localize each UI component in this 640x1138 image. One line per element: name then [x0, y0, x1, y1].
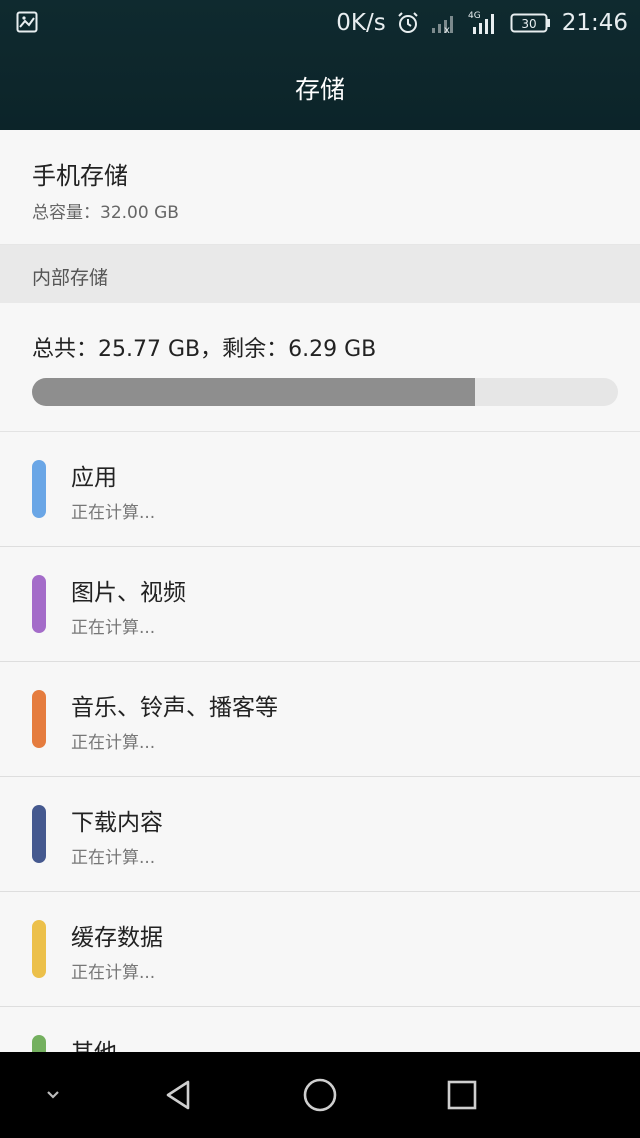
phone-storage-card: 手机存储 总容量：32.00 GB	[0, 130, 640, 245]
total-capacity: 总容量：32.00 GB	[32, 203, 179, 223]
category-item[interactable]: 图片、视频正在计算...	[0, 547, 640, 662]
storage-usage-fill	[32, 378, 476, 406]
category-label: 应用	[71, 465, 117, 491]
category-status: 正在计算...	[71, 618, 156, 638]
category-label: 缓存数据	[71, 925, 163, 951]
home-icon[interactable]	[297, 1072, 343, 1118]
battery-level: 30	[521, 17, 536, 31]
page-title: 存储	[294, 75, 345, 104]
app-header: 0K/s x 4G 30 21:46 存储	[0, 0, 640, 130]
category-item[interactable]: 缓存数据正在计算...	[0, 892, 640, 1007]
back-icon[interactable]	[155, 1072, 201, 1118]
alarm-icon	[397, 12, 418, 33]
category-status: 正在计算...	[71, 848, 156, 868]
category-label: 音乐、铃声、播客等	[71, 695, 278, 721]
category-list: 应用 正在计算... 图片、视频 正在计算... 音乐、铃声、播客等 正在计算... 下载内…	[0, 432, 640, 1052]
category-item[interactable]: 其他	[0, 1007, 640, 1052]
phone-storage-title: 手机存储	[32, 162, 128, 190]
net-speed: 0K/s	[336, 10, 386, 36]
category-color-indicator	[32, 690, 46, 748]
network-type-label: 4G	[468, 11, 481, 21]
category-item[interactable]: 下载内容正在计算...	[0, 777, 640, 892]
storage-summary-text: 总共：25.77 GB，剩余：6.29 GB	[32, 337, 377, 362]
category-label: 图片、视频	[71, 580, 186, 606]
image-icon	[16, 11, 38, 33]
category-item[interactable]: 音乐、铃声、播客等正在计算...	[0, 662, 640, 777]
category-color-indicator	[32, 805, 46, 863]
category-status: 正在计算...	[71, 503, 156, 523]
section-label: 内部存储	[32, 267, 109, 289]
signal-weak-icon: x	[431, 16, 453, 35]
status-time: 21:46	[561, 10, 628, 36]
category-item[interactable]: 应用正在计算...	[0, 432, 640, 547]
category-color-indicator	[32, 920, 46, 978]
storage-summary: 总共：25.77 GB，剩余：6.29 GB	[0, 303, 640, 432]
signal-4g-icon: 4G	[468, 11, 494, 34]
category-status: 正在计算...	[71, 733, 156, 753]
category-color-indicator	[32, 575, 46, 633]
category-label: 下载内容	[71, 810, 163, 836]
internal-storage-header: 内部存储	[0, 245, 640, 303]
svg-text:x: x	[444, 25, 450, 35]
category-label: 其他	[71, 1033, 117, 1052]
status-bar: 0K/s x 4G 30 21:46	[0, 0, 640, 46]
category-color-indicator	[32, 460, 46, 518]
storage-usage-bar	[32, 378, 618, 406]
chevron-down-icon[interactable]	[30, 1072, 76, 1118]
storage-content[interactable]: 手机存储 总容量：32.00 GB 内部存储 总共：25.77 GB，剩余：6.…	[0, 130, 640, 1052]
battery-icon: 30	[510, 13, 550, 33]
navigation-bar	[0, 1052, 640, 1138]
recents-icon[interactable]	[439, 1072, 485, 1118]
category-color-indicator	[32, 1035, 46, 1052]
category-status: 正在计算...	[71, 963, 156, 983]
